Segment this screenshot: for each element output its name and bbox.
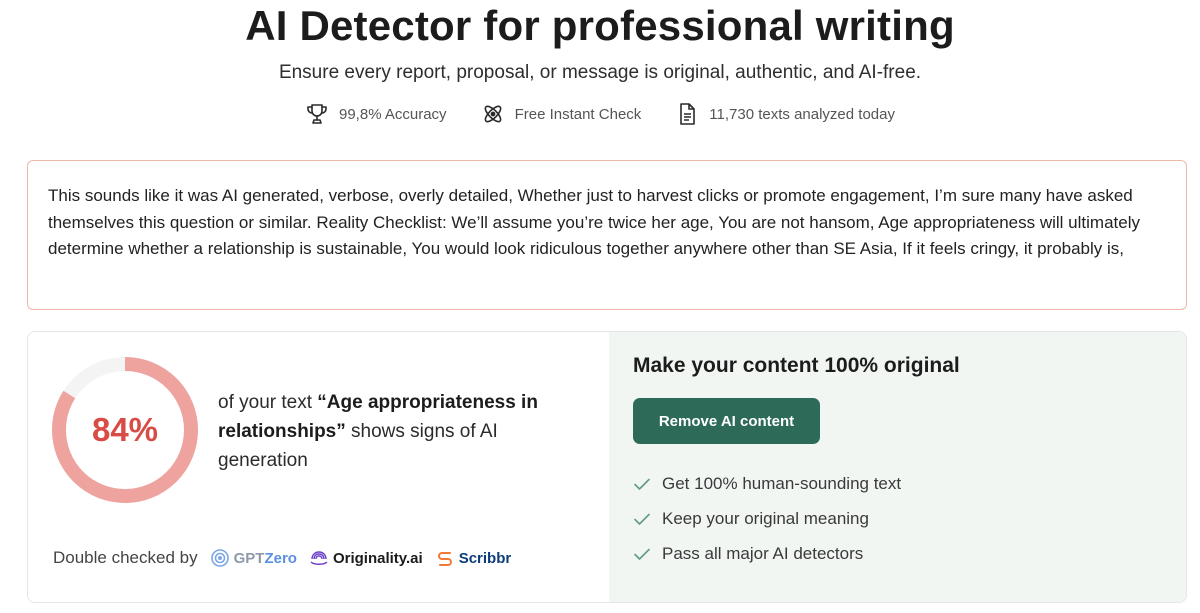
feature-texts-analyzed: 11,730 texts analyzed today xyxy=(675,102,895,126)
result-panel: 84% of your text “Age appropriateness in… xyxy=(28,332,609,602)
double-checked-row: Double checked by GPTZero Originality.ai… xyxy=(53,548,511,568)
checker-name: Originality.ai xyxy=(332,549,423,567)
page-subtitle: Ensure every report, proposal, or messag… xyxy=(278,62,922,83)
input-text-area[interactable]: This sounds like it was AI generated, ve… xyxy=(27,160,1187,310)
benefit-label: Keep your original meaning xyxy=(662,508,869,528)
result-description: of your text “Age appropriateness in rel… xyxy=(218,388,578,475)
benefit-list: Get 100% human-sounding text Keep your o… xyxy=(633,466,1186,571)
scribbr-logo-icon xyxy=(437,552,452,566)
checker-name: GPTZero xyxy=(233,549,297,567)
check-icon xyxy=(634,548,650,560)
input-text[interactable]: This sounds like it was AI generated, ve… xyxy=(48,183,1166,263)
checker-scribbr: Scribbr xyxy=(435,548,512,568)
checker-gptzero: GPTZero xyxy=(210,548,297,568)
result-prefix: of your text xyxy=(218,392,318,413)
cta-panel: Make your content 100% original Remove A… xyxy=(609,332,1186,602)
page: AI Detector for professional writing Ens… xyxy=(0,0,1200,613)
document-icon xyxy=(680,103,696,125)
feature-free-check: Free Instant Check xyxy=(481,102,642,126)
benefit-item: Keep your original meaning xyxy=(633,501,1186,536)
benefit-label: Get 100% human-sounding text xyxy=(662,473,902,493)
remove-ai-content-button[interactable]: Remove AI content xyxy=(633,398,820,444)
checker-name: Scribbr xyxy=(458,549,512,567)
cta-title: Make your content 100% original xyxy=(633,354,960,377)
page-title: AI Detector for professional writing xyxy=(245,2,955,49)
feature-accuracy: 99,8% Accuracy xyxy=(305,102,447,126)
check-icon xyxy=(634,478,650,490)
atom-icon xyxy=(484,105,501,123)
double-checked-label: Double checked by xyxy=(53,548,198,567)
feature-label: 99,8% Accuracy xyxy=(339,105,447,123)
trophy-icon xyxy=(307,104,327,124)
benefit-item: Get 100% human-sounding text xyxy=(633,466,1186,501)
result-card: 84% of your text “Age appropriateness in… xyxy=(27,331,1187,603)
score-value: 84% xyxy=(91,411,159,448)
feature-list: 99,8% Accuracy Free Instant Check 11,730… xyxy=(0,102,1200,126)
gptzero-logo-icon xyxy=(210,549,229,567)
benefit-label: Pass all major AI detectors xyxy=(662,543,864,563)
check-icon xyxy=(634,513,650,525)
feature-label: 11,730 texts analyzed today xyxy=(709,105,895,123)
checker-originality: Originality.ai xyxy=(309,548,423,568)
benefit-item: Pass all major AI detectors xyxy=(633,536,1186,571)
feature-label: Free Instant Check xyxy=(514,105,642,123)
originality-logo-icon xyxy=(310,551,328,565)
